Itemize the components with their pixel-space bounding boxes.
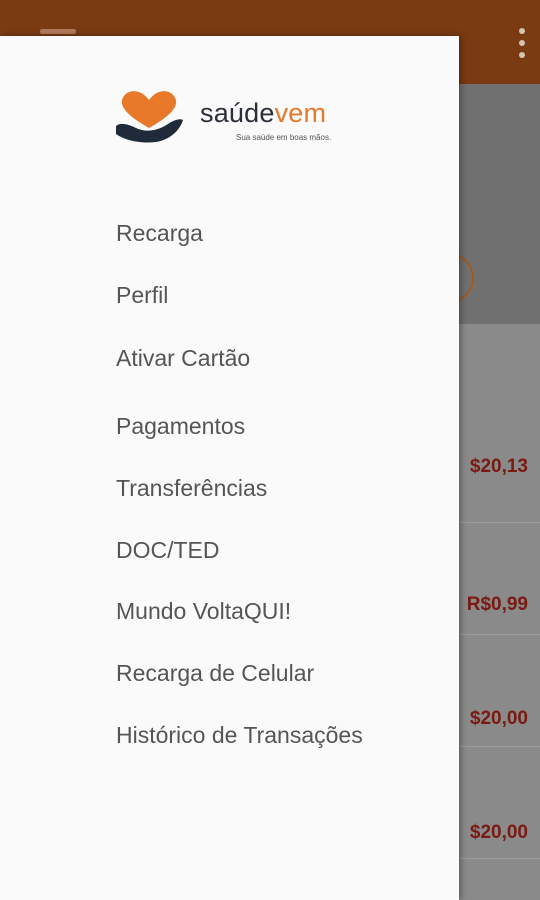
menu-item-historico[interactable]: Histórico de Transações <box>116 722 363 749</box>
brand-name: saúdevem <box>200 98 327 128</box>
menu-item-pagamentos[interactable]: Pagamentos <box>116 413 245 440</box>
transaction-amount: $20,13 <box>469 456 528 477</box>
transaction-row[interactable]: $20,00 <box>460 634 540 747</box>
transaction-amount: $20,00 <box>469 822 528 843</box>
hamburger-icon[interactable] <box>40 29 76 34</box>
transaction-amount: R$0,99 <box>466 594 528 615</box>
menu-item-recarga-celular[interactable]: Recarga de Celular <box>116 660 314 687</box>
menu-item-ativar-cartao[interactable]: Ativar Cartão <box>116 345 250 372</box>
heart-hand-icon <box>116 91 183 143</box>
saudevem-logo: saúdevem Sua saúde em boas mãos. <box>114 88 354 148</box>
overflow-menu-icon[interactable] <box>518 28 526 58</box>
transaction-row[interactable]: $20,00 <box>460 746 540 859</box>
menu-item-perfil[interactable]: Perfil <box>116 282 168 309</box>
navigation-drawer: saúdevem Sua saúde em boas mãos. Recarga… <box>0 36 459 900</box>
menu-item-transferencias[interactable]: Transferências <box>116 475 267 502</box>
transaction-row[interactable]: R$0,99 <box>460 522 540 635</box>
menu-item-recarga[interactable]: Recarga <box>116 220 203 247</box>
menu-item-doc-ted[interactable]: DOC/TED <box>116 537 220 564</box>
transaction-amount: $20,00 <box>469 708 528 729</box>
brand-tagline: Sua saúde em boas mãos. <box>236 133 332 142</box>
menu-item-mundo-voltaqui[interactable]: Mundo VoltaQUI! <box>116 598 291 625</box>
transaction-row[interactable]: $20,13 <box>460 410 540 523</box>
